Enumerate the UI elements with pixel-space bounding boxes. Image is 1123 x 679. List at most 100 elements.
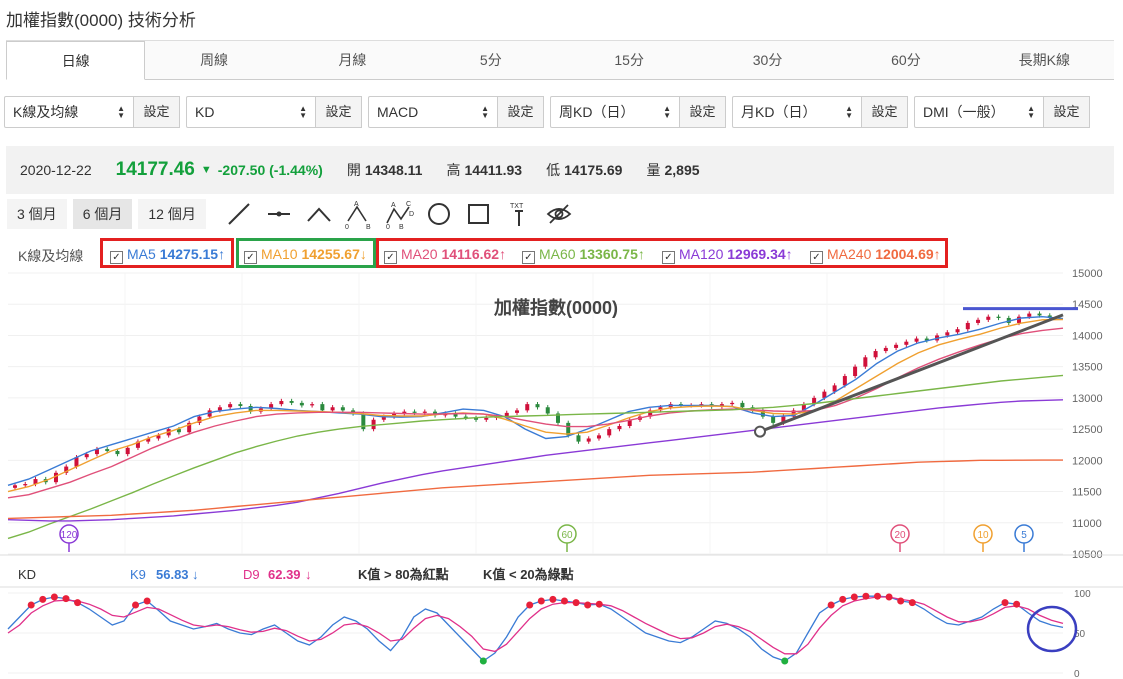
candlestick	[310, 404, 315, 406]
selector-group-0: K線及均線 ▲ ▼ 設定	[4, 96, 180, 128]
text-tool-icon[interactable]: TXT	[499, 199, 539, 229]
candlestick	[217, 407, 222, 411]
ma-marker-label: 10	[977, 530, 989, 541]
trend-line	[759, 313, 1064, 434]
kd-legend-text: D9	[243, 567, 260, 582]
ma-line-ma240	[7, 459, 1063, 520]
quote-price: 14177.46	[115, 159, 195, 180]
candlestick	[238, 404, 243, 407]
svg-text:B: B	[366, 224, 371, 229]
abcd-pattern-tool-icon[interactable]: A C 0 B D	[379, 199, 419, 229]
quote-bar: 2020-12-22 14177.46 ▼ -207.50 (-1.44%) 開…	[6, 146, 1114, 194]
candlestick	[105, 449, 110, 451]
kd-overbought-dot	[572, 599, 580, 607]
candlestick	[965, 322, 970, 330]
range-3m-button[interactable]: 3 個月	[6, 198, 68, 230]
settings-button-3[interactable]: 設定	[680, 96, 726, 128]
tab-6[interactable]: 60分	[837, 41, 976, 79]
line-tool-icon[interactable]	[219, 199, 259, 229]
candlestick	[976, 319, 981, 323]
circle-tool-icon[interactable]	[419, 199, 459, 229]
candlestick	[330, 407, 335, 411]
high-value: 14411.93	[464, 162, 523, 178]
indicator-selectors: K線及均線 ▲ ▼ 設定 KD ▲ ▼ 設定 MACD ▲ ▼ 設定 周KD（日） ▲ ▼ 設定 月KD（日） ▲…	[4, 96, 1090, 128]
price-chart[interactable]: 1500014500140001350013000125001200011500…	[0, 267, 1123, 679]
trend-line-anchor	[754, 425, 766, 438]
indicator-select-value: 月KD（日）	[741, 104, 817, 120]
ma-legend-label: K線及均線	[18, 248, 84, 264]
hide-eye-icon[interactable]	[539, 199, 579, 229]
candlestick	[535, 404, 540, 408]
updown-arrow-icon: ▲ ▼	[1027, 104, 1035, 120]
tab-1[interactable]: 周線	[145, 41, 284, 79]
kd-overbought-dot	[850, 593, 858, 601]
horizontal-line-tool-icon[interactable]	[259, 199, 299, 229]
settings-button-0[interactable]: 設定	[134, 96, 180, 128]
rectangle-tool-icon[interactable]	[459, 199, 499, 229]
kd-legend-text: K9	[130, 567, 146, 582]
y-tick-label: 14000	[1072, 330, 1103, 342]
svg-text:A: A	[391, 202, 396, 209]
candlestick	[1027, 313, 1032, 317]
abc-pattern-tool-icon[interactable]: A 0 B	[339, 199, 379, 229]
settings-button-4[interactable]: 設定	[862, 96, 908, 128]
indicator-select-value: K線及均線	[13, 104, 79, 120]
kd-overbought-dot	[526, 601, 534, 609]
kd-overbought-dot	[132, 601, 140, 609]
y-tick-label: 12000	[1072, 455, 1103, 467]
settings-button-2[interactable]: 設定	[498, 96, 544, 128]
candlestick	[545, 407, 550, 414]
kd-line-k9	[7, 595, 1064, 662]
tab-0[interactable]: 日線	[6, 41, 146, 80]
svg-text:0: 0	[345, 224, 349, 229]
range-6m-button[interactable]: 6 個月	[71, 198, 134, 230]
indicator-select-5[interactable]: DMI（一般） ▲ ▼	[914, 96, 1044, 128]
kd-overbought-dot	[50, 593, 58, 601]
tab-5[interactable]: 30分	[698, 41, 838, 79]
selector-group-1: KD ▲ ▼ 設定	[186, 96, 362, 128]
angle-tool-icon[interactable]	[299, 199, 339, 229]
indicator-select-4[interactable]: 月KD（日） ▲ ▼	[732, 96, 862, 128]
kd-overbought-dot	[74, 599, 82, 607]
candlestick	[955, 329, 960, 333]
candlestick	[842, 376, 847, 386]
period-tabs: 日線 周線 月線 5分 15分 30分 60分 長期K線	[6, 40, 1114, 80]
tab-2[interactable]: 月線	[283, 41, 423, 79]
indicator-select-3[interactable]: 周KD（日） ▲ ▼	[550, 96, 680, 128]
candlestick	[914, 338, 919, 342]
tab-4[interactable]: 15分	[560, 41, 699, 79]
kd-legend-text: K值 < 20為綠點	[483, 567, 574, 582]
updown-arrow-icon: ▲ ▼	[481, 104, 489, 120]
kd-overbought-dot	[39, 595, 47, 603]
candlestick	[484, 417, 489, 420]
indicator-select-value: MACD	[377, 104, 419, 120]
indicator-select-0[interactable]: K線及均線 ▲ ▼	[4, 96, 134, 128]
highlight-box-ma20-ma240	[376, 238, 948, 268]
kd-y-tick: 100	[1074, 589, 1091, 600]
ma-marker-label: 20	[894, 530, 906, 541]
candlestick	[289, 401, 294, 403]
candlestick	[412, 411, 417, 413]
candlestick	[996, 316, 1001, 318]
svg-text:C: C	[406, 201, 411, 208]
tab-3[interactable]: 5分	[422, 41, 561, 79]
highlight-ellipse	[1026, 605, 1078, 653]
ma-legend: K線及均線 ✓ MA5 14275.15↑ ✓ MA10 14255.67↓ ✓ MA20…	[0, 238, 1123, 270]
candlestick	[617, 425, 622, 430]
indicator-select-2[interactable]: MACD ▲ ▼	[368, 96, 498, 128]
quote-change: -207.50 (-1.44%)	[217, 162, 323, 178]
candlestick	[125, 447, 130, 455]
indicator-select-1[interactable]: KD ▲ ▼	[186, 96, 316, 128]
updown-arrow-icon: ▲ ▼	[845, 104, 853, 120]
k-arrow: ↓	[192, 567, 199, 582]
candlestick	[228, 404, 233, 408]
range-12m-button[interactable]: 12 個月	[137, 198, 207, 230]
candlestick	[1037, 313, 1042, 316]
kd-overbought-dot	[862, 592, 870, 600]
high-label: 高	[446, 162, 461, 178]
candlestick	[986, 316, 991, 320]
settings-button-1[interactable]: 設定	[316, 96, 362, 128]
tab-7[interactable]: 長期K線	[975, 41, 1114, 79]
kd-overbought-dot	[537, 597, 545, 605]
settings-button-5[interactable]: 設定	[1044, 96, 1090, 128]
